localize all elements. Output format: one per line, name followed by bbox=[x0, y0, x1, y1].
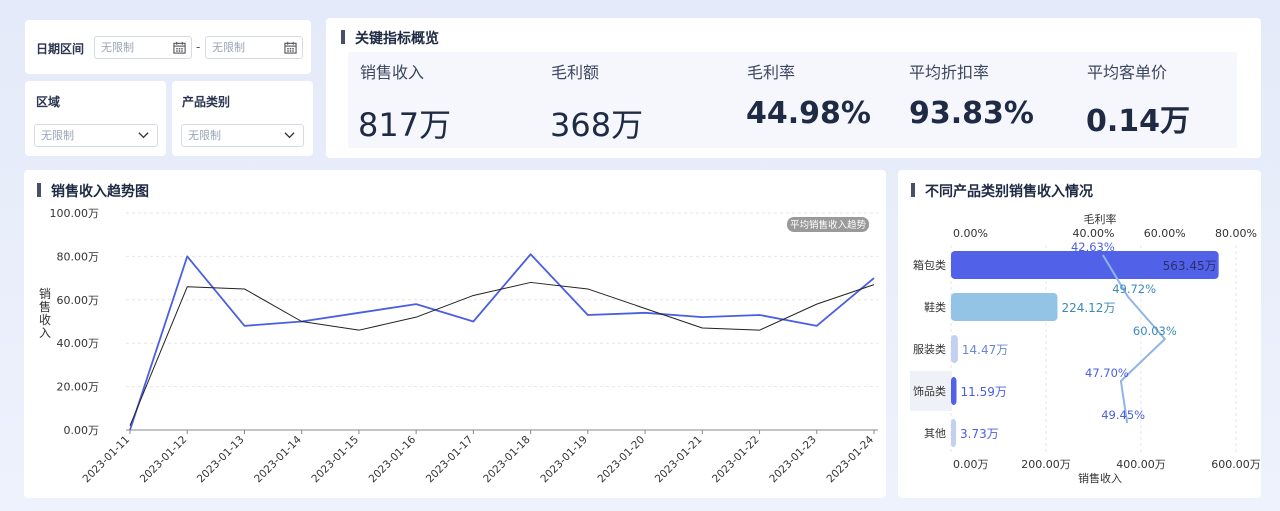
category-bar-value-label: 563.45万 bbox=[1163, 259, 1217, 273]
trend-y-tick-label: 60.00万 bbox=[57, 294, 100, 307]
region-select-value: 无限制 bbox=[41, 129, 74, 142]
trend-y-tick-label: 20.00万 bbox=[57, 381, 100, 394]
kpi-label-discount-rate: 平均折扣率 bbox=[909, 63, 990, 82]
region-select[interactable]: 无限制 bbox=[34, 124, 158, 147]
trend-chart: 0.00万 20.00万 40.00万 60.00万 80.00万 100.00万 202… bbox=[39, 207, 878, 486]
trend-x-tick-label: 2023-01-12 bbox=[138, 434, 190, 486]
trend-x-tick-label: 2023-01-23 bbox=[767, 434, 819, 486]
trend-x-tick-label: 2023-01-11 bbox=[80, 434, 132, 486]
trend-x-tick-label: 2023-01-14 bbox=[252, 433, 304, 485]
calendar-icon[interactable] bbox=[284, 41, 297, 54]
date-start-input[interactable]: 无限制 bbox=[94, 36, 192, 59]
category-select[interactable]: 无限制 bbox=[181, 124, 304, 147]
calendar-icon[interactable] bbox=[173, 41, 186, 54]
category-top-axis-label: 毛利率 bbox=[1084, 212, 1117, 226]
trend-y-tick-label: 40.00万 bbox=[57, 337, 100, 350]
category-label: 产品类别 bbox=[182, 95, 231, 109]
trend-x-tick-label: 2023-01-17 bbox=[424, 434, 476, 486]
category-bar-value-label: 224.12万 bbox=[1061, 301, 1115, 315]
category-margin-label: 49.72% bbox=[1112, 282, 1156, 296]
region-label: 区域 bbox=[36, 95, 61, 109]
category-x-tick-label: 200.00万 bbox=[1021, 458, 1071, 471]
kpi-section-title: 关键指标概览 bbox=[341, 28, 439, 48]
category-label: 其他 bbox=[924, 427, 946, 440]
category-margin-label: 60.03% bbox=[1133, 324, 1177, 338]
kpi-value-discount-rate: 93.83% bbox=[909, 96, 1034, 131]
category-margin-label: 47.70% bbox=[1085, 366, 1129, 380]
trend-x-tick-label: 2023-01-18 bbox=[481, 434, 533, 486]
kpi-label-revenue: 销售收入 bbox=[360, 63, 425, 82]
category-top-tick-label: 80.00% bbox=[1215, 227, 1257, 240]
date-end-placeholder: 无限制 bbox=[212, 41, 245, 54]
trend-x-tick-label: 2023-01-24 bbox=[824, 433, 876, 485]
trend-y-tick-label: 0.00万 bbox=[64, 424, 100, 437]
category-margin-label: 49.45% bbox=[1101, 408, 1145, 422]
category-bar[interactable] bbox=[951, 293, 1058, 321]
trend-x-tick-label: 2023-01-13 bbox=[195, 434, 247, 486]
category-x-tick-label: 0.00万 bbox=[953, 458, 989, 471]
category-x-tick-label: 600.00万 bbox=[1211, 458, 1261, 471]
chevron-down-icon bbox=[138, 132, 149, 139]
trend-y-axis-label: 销售收入 bbox=[39, 287, 51, 340]
chevron-down-icon bbox=[284, 132, 295, 139]
kpi-panel: 销售收入 817万 毛利额 368万 毛利率 44.98% 平均折扣率 93.8… bbox=[348, 52, 1237, 148]
kpi-label-avg-order: 平均客单价 bbox=[1087, 63, 1168, 82]
category-label: 饰品类 bbox=[913, 384, 946, 398]
date-start-placeholder: 无限制 bbox=[101, 41, 134, 54]
trend-x-tick-label: 2023-01-20 bbox=[596, 434, 648, 486]
category-top-tick-label: 60.00% bbox=[1144, 227, 1186, 240]
kpi-value-gross-profit: 368万 bbox=[550, 106, 644, 144]
category-x-axis-label: 销售收入 bbox=[1078, 471, 1122, 485]
kpi-value-gross-margin: 44.98% bbox=[746, 96, 871, 131]
trend-series-average-line bbox=[129, 281, 875, 426]
trend-legend-badge[interactable]: 平均销售收入趋势 bbox=[787, 217, 869, 232]
category-x-tick-label: 400.00万 bbox=[1116, 458, 1166, 471]
category-bar-value-label: 14.47万 bbox=[962, 343, 1008, 357]
category-top-tick-label: 0.00% bbox=[953, 227, 988, 240]
trend-x-tick-label: 2023-01-22 bbox=[710, 434, 762, 486]
category-bar-value-label: 11.59万 bbox=[961, 385, 1007, 399]
category-label: 服装类 bbox=[913, 342, 946, 356]
category-label: 箱包类 bbox=[913, 258, 946, 272]
category-chart-card: 不同产品类别销售收入情况 毛利率 0.00% 40.00% 60.00% 80.00% … bbox=[898, 170, 1261, 498]
category-filter-card: 产品类别 无限制 bbox=[172, 81, 313, 156]
date-end-input[interactable]: 无限制 bbox=[205, 36, 303, 59]
category-top-tick-label: 40.00% bbox=[1073, 227, 1115, 240]
kpi-label-gross-margin: 毛利率 bbox=[747, 63, 796, 82]
date-filter-card: 日期区间 无限制 - 无限制 bbox=[25, 20, 311, 74]
kpi-value-revenue: 817万 bbox=[358, 106, 452, 144]
category-label: 鞋类 bbox=[924, 300, 946, 314]
trend-x-tick-label: 2023-01-21 bbox=[653, 434, 705, 486]
trend-legend-badge-text: 平均销售收入趋势 bbox=[790, 219, 867, 231]
trend-x-tick-label: 2023-01-16 bbox=[367, 433, 419, 485]
region-filter-card: 区域 无限制 bbox=[25, 81, 166, 156]
category-bar[interactable] bbox=[951, 335, 958, 363]
category-margin-label: 42.63% bbox=[1071, 240, 1115, 254]
date-separator: - bbox=[196, 40, 201, 54]
trend-x-tick-label: 2023-01-15 bbox=[309, 434, 361, 486]
kpi-label-gross-profit: 毛利额 bbox=[551, 63, 600, 82]
category-bar[interactable] bbox=[951, 377, 957, 405]
category-bar[interactable] bbox=[951, 419, 956, 447]
trend-y-tick-label: 100.00万 bbox=[50, 207, 100, 220]
date-range-label: 日期区间 bbox=[36, 42, 85, 56]
category-margin-line bbox=[1102, 254, 1166, 424]
trend-x-tick-label: 2023-01-19 bbox=[538, 434, 590, 486]
trend-chart-card: 销售收入趋势图 0.00万 20.00万 40.00万 60.00万 80.00万 100… bbox=[24, 170, 886, 498]
trend-series-revenue-line bbox=[129, 253, 875, 431]
category-select-value: 无限制 bbox=[188, 129, 221, 142]
category-chart: 毛利率 0.00% 40.00% 60.00% 80.00% 0.00万 200.00万 4… bbox=[910, 212, 1261, 485]
kpi-value-avg-order: 0.14万 bbox=[1086, 104, 1191, 139]
category-bar-value-label: 3.73万 bbox=[960, 427, 999, 441]
trend-y-tick-label: 80.00万 bbox=[57, 250, 100, 263]
kpi-card: 关键指标概览 销售收入 817万 毛利额 368万 毛利率 44.98% 平均折… bbox=[326, 18, 1261, 158]
